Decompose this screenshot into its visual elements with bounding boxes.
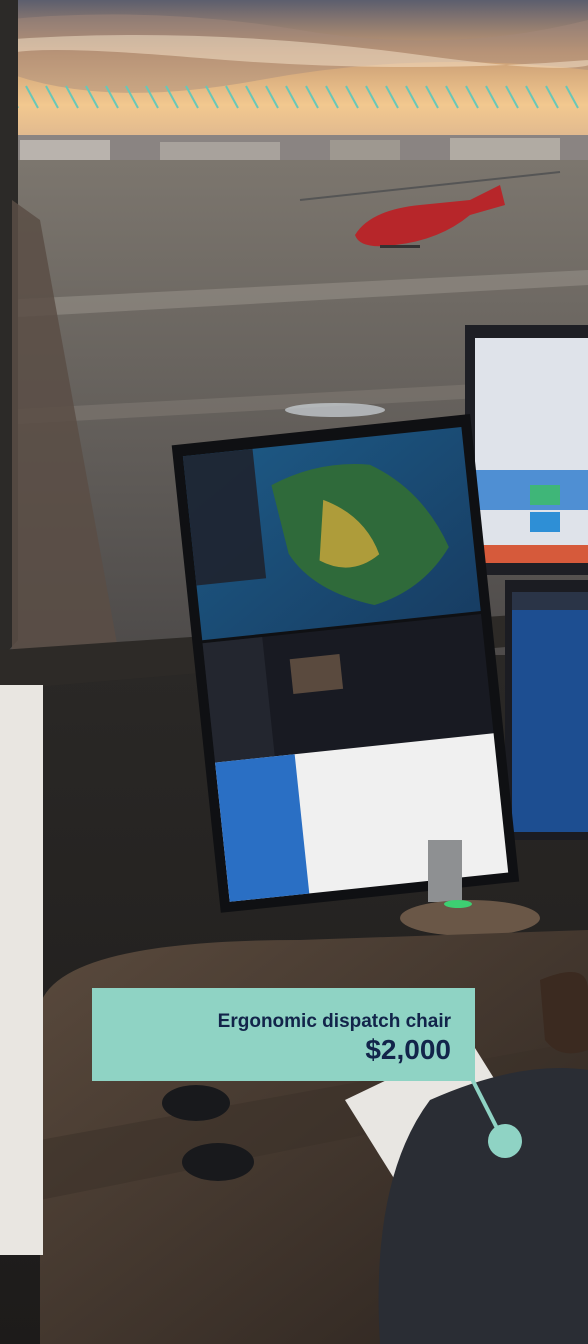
side-panel: [0, 685, 43, 1255]
callout-price: $2,000: [365, 1034, 451, 1065]
callout-item-name: Ergonomic dispatch chair: [217, 1011, 451, 1032]
background-photo: [0, 0, 588, 1344]
price-callout: Ergonomic dispatch chair $2,000: [92, 988, 475, 1081]
